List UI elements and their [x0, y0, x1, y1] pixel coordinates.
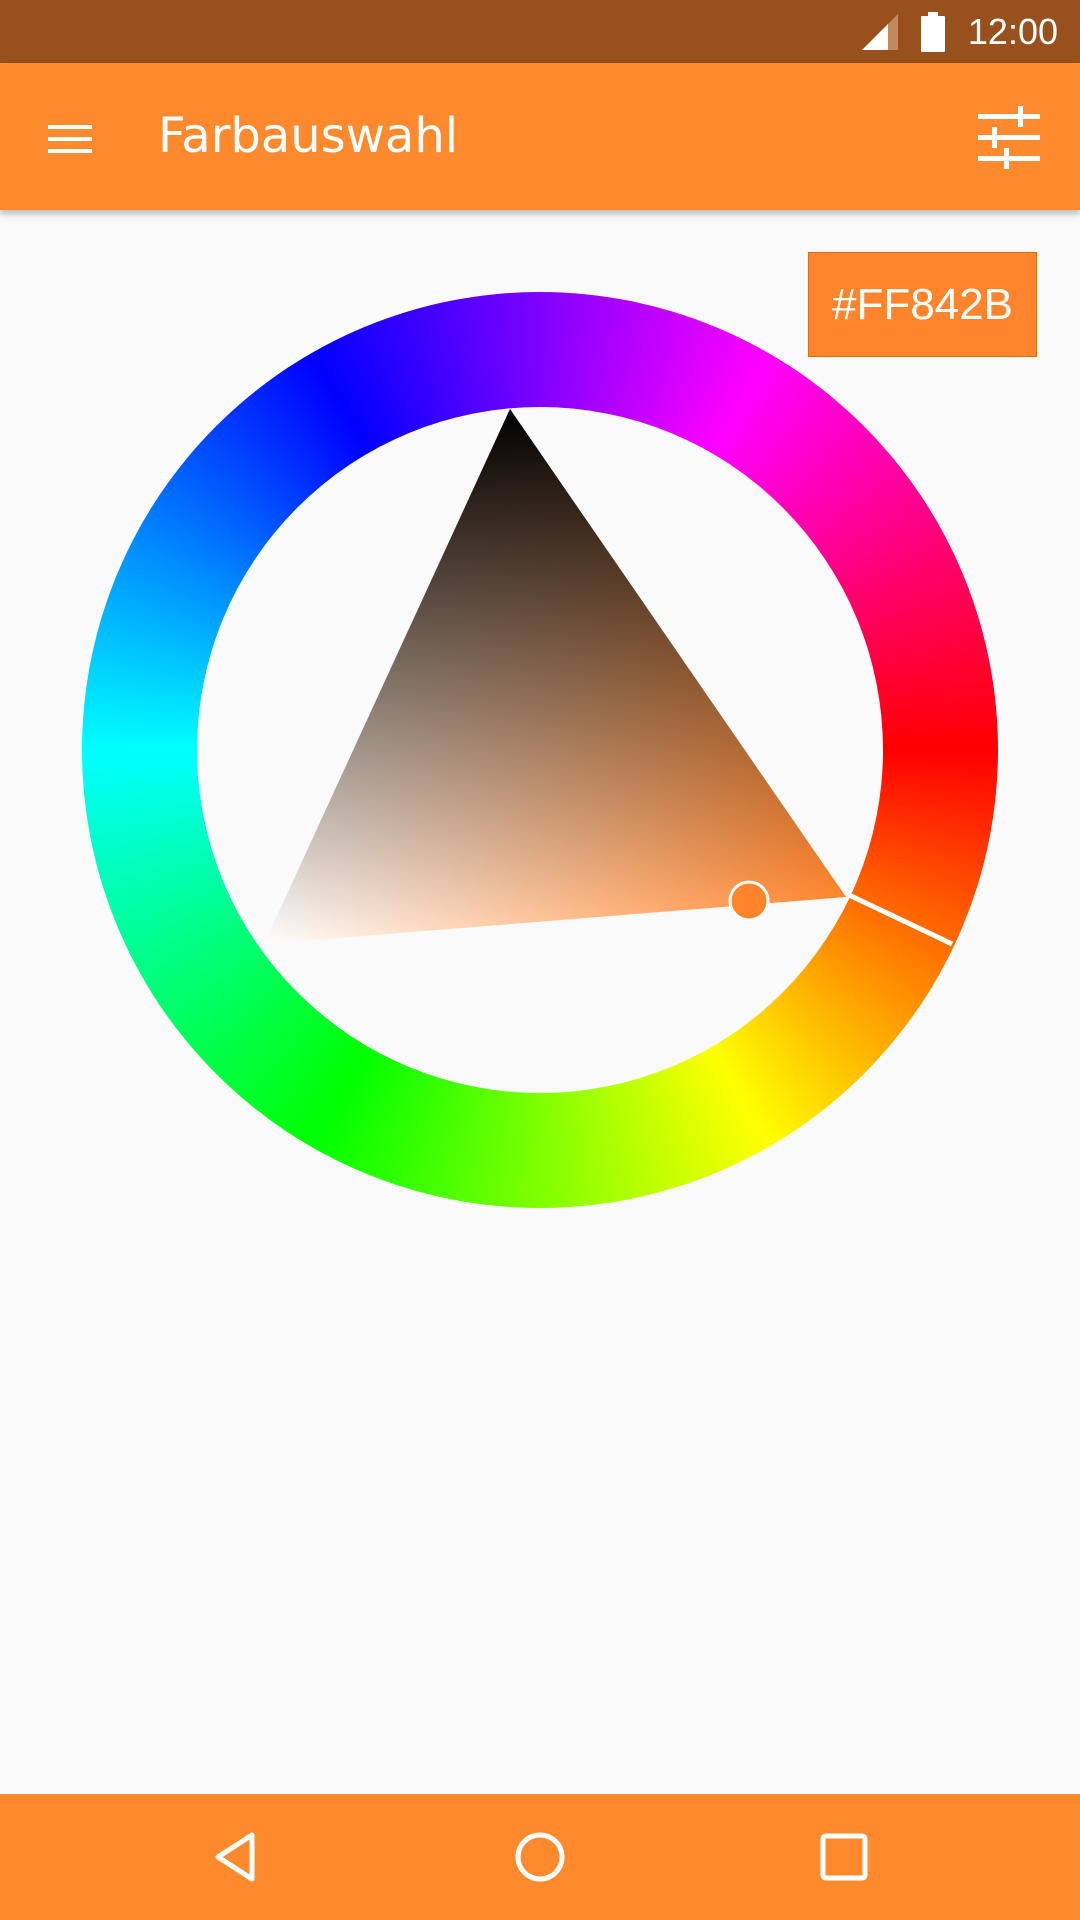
back-button[interactable] [206, 1827, 266, 1887]
home-button[interactable] [510, 1827, 570, 1887]
saturation-triangle-layer [264, 409, 954, 947]
hue-indicator[interactable] [847, 892, 954, 947]
tune-icon [978, 106, 1040, 169]
settings-button[interactable] [974, 103, 1044, 173]
menu-button[interactable] [40, 108, 100, 168]
back-icon [215, 1832, 255, 1882]
signal-icon [862, 14, 898, 50]
menu-icon [48, 125, 92, 153]
color-wheel[interactable] [82, 292, 998, 1208]
home-icon [515, 1832, 565, 1882]
app-bar: Farbauswahl [0, 63, 1080, 210]
recents-button[interactable] [814, 1827, 874, 1887]
battery-icon [921, 12, 945, 52]
nav-bar [0, 1794, 1080, 1920]
status-time: 12:00 [967, 11, 1058, 52]
recents-icon [820, 1833, 868, 1881]
color-selector-handle[interactable] [728, 880, 770, 922]
page-title: Farbauswahl [158, 108, 459, 164]
status-bar: 12:00 [0, 0, 1080, 63]
